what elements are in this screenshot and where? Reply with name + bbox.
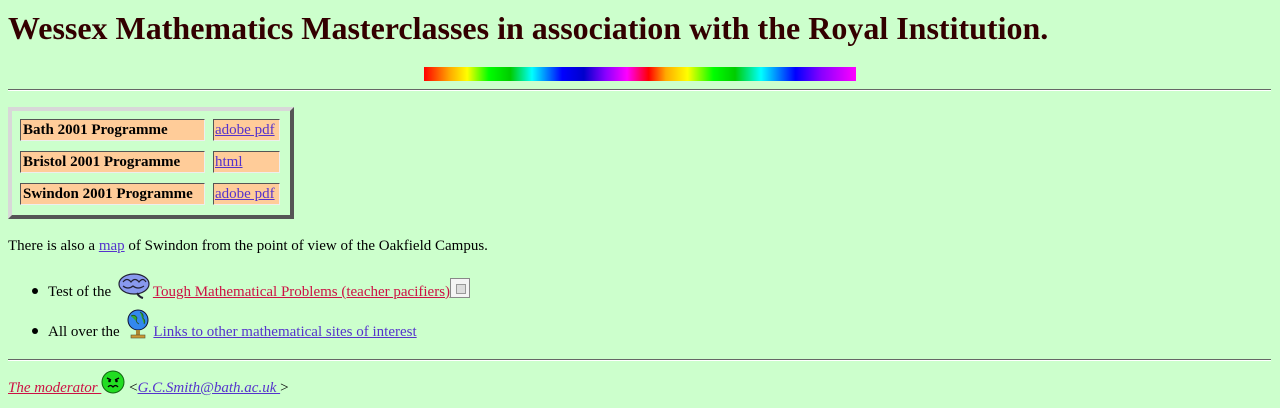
bullet-dot <box>32 287 38 294</box>
map-link[interactable]: map <box>99 238 125 254</box>
math-sites-link[interactable]: Links to other mathematical sites of int… <box>153 324 416 340</box>
programme-name-bath: Bath 2001 Programme <box>20 119 205 141</box>
email-open-bracket: < <box>125 380 138 396</box>
horizontal-rule-bottom <box>8 359 1271 361</box>
programme-link-bath[interactable]: adobe pdf <box>215 122 275 138</box>
moderator-link[interactable]: The moderator <box>8 380 101 396</box>
bullet-dot <box>32 327 38 334</box>
list-item-prefix: Test of the <box>48 284 115 300</box>
map-text-before: There is also a <box>8 238 99 254</box>
map-paragraph: There is also a map of Swindon from the … <box>8 236 488 256</box>
broken-image-icon <box>450 278 471 298</box>
programme-table: Bath 2001 Programme adobe pdf Bristol 20… <box>8 107 294 219</box>
brain-icon <box>117 272 151 300</box>
programme-link-cell-swindon: adobe pdf <box>213 183 280 205</box>
programme-name-bristol: Bristol 2001 Programme <box>20 151 205 173</box>
globe-icon <box>125 308 151 340</box>
programme-name-swindon: Swindon 2001 Programme <box>20 183 205 205</box>
email-link[interactable]: G.C.Smith@bath.ac.uk <box>138 380 281 396</box>
email-close-bracket: > <box>280 380 289 396</box>
angry-face-icon <box>101 370 125 394</box>
map-text-after: of Swindon from the point of view of the… <box>124 238 488 254</box>
list-item-problems: Test of the Tough Mathematical Problems … <box>32 272 471 301</box>
page-title: Wessex Mathematics Masterclasses in asso… <box>8 10 1049 46</box>
footer: The moderator <G.C.Smith@bath.ac.uk > <box>8 370 289 397</box>
horizontal-rule-top <box>8 89 1271 91</box>
programme-link-bristol[interactable]: html <box>215 154 243 170</box>
programme-link-cell-bristol: html <box>213 151 280 173</box>
tough-problems-link[interactable]: Tough Mathematical Problems (teacher pac… <box>153 284 450 300</box>
list-item-prefix: All over the <box>48 324 124 340</box>
programme-link-swindon[interactable]: adobe pdf <box>215 186 275 202</box>
list-item-links: All over the Links to other mathematical… <box>32 308 417 341</box>
programme-link-cell-bath: adobe pdf <box>213 119 280 141</box>
rainbow-divider-image <box>424 67 856 81</box>
